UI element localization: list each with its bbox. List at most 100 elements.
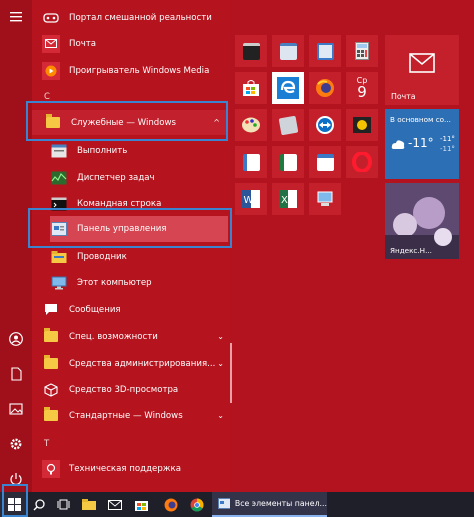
app-mixed-reality-portal[interactable]: Портал смешанной реальности <box>42 5 228 30</box>
app-label: Техническая поддержка <box>69 463 181 474</box>
teamviewer-icon <box>316 116 334 134</box>
tile-firefox[interactable] <box>309 72 341 104</box>
excel-icon: X <box>279 190 297 208</box>
weather-temperature: -11° <box>408 136 434 150</box>
taskbar-mail[interactable] <box>104 492 126 517</box>
highlight-windows-tools <box>26 101 228 141</box>
explorer-icon <box>50 248 68 266</box>
app-windows-media-player[interactable]: Проигрыватель Windows Media <box>42 58 228 83</box>
hamburger-menu-icon[interactable] <box>0 4 32 30</box>
folder-accessibility[interactable]: Спец. возможности ⌄ <box>42 324 228 349</box>
app-messages[interactable]: Сообщения <box>42 297 228 322</box>
app-task-manager[interactable]: Диспетчер задач <box>50 165 228 190</box>
store-bag-icon <box>243 80 259 96</box>
folder-label: Средства администрирования... <box>69 358 216 369</box>
weather-location: В основном со... <box>390 115 451 124</box>
run-tile-icon <box>279 42 297 60</box>
tile-media-player-classic[interactable] <box>346 109 378 141</box>
pictures-icon[interactable] <box>0 396 32 422</box>
task-view-icon <box>57 499 69 510</box>
chevron-down-icon[interactable]: ⌄ <box>217 359 224 368</box>
tile-mail[interactable]: Почта <box>385 35 459 105</box>
settings-gear-icon[interactable] <box>0 431 32 457</box>
search-button[interactable] <box>28 492 50 517</box>
chrome-icon <box>190 498 204 511</box>
folder-standard-windows[interactable]: Стандартные — Windows ⌄ <box>42 403 228 428</box>
folder-icon <box>42 355 60 373</box>
app-label: Сообщения <box>69 304 121 315</box>
task-view-button[interactable] <box>52 492 74 517</box>
tile-document[interactable] <box>309 146 341 178</box>
firefox-icon <box>316 79 334 97</box>
folder-label: Спец. возможности <box>69 331 158 342</box>
cloud-icon <box>391 140 405 149</box>
tile-control-panel[interactable] <box>309 35 341 67</box>
cmd-tile-icon <box>242 42 260 60</box>
tile-network[interactable] <box>309 183 341 215</box>
taskbar: Все элементы панел... <box>0 492 474 517</box>
app-this-pc[interactable]: Этот компьютер <box>50 270 228 295</box>
edge-browser-icon <box>277 77 299 99</box>
weather-low: -11° <box>440 145 455 153</box>
mail-icon <box>108 499 122 510</box>
spreadsheet-tile-icon <box>279 153 297 171</box>
app-label: Выполнить <box>77 145 128 156</box>
app-run[interactable]: Выполнить <box>50 138 228 163</box>
folder-admin-tools[interactable]: Средства администрирования... ⌄ <box>42 351 228 376</box>
firefox-icon <box>164 498 178 511</box>
tile-edge[interactable] <box>272 72 304 104</box>
mixed-reality-icon <box>42 9 60 27</box>
chevron-down-icon[interactable]: ⌄ <box>217 332 224 341</box>
highlight-start-button <box>2 484 28 517</box>
scrollbar-thumb[interactable] <box>230 343 232 403</box>
tile-run[interactable] <box>272 35 304 67</box>
tile-teamviewer[interactable] <box>309 109 341 141</box>
calculator-icon <box>355 42 369 60</box>
tile-wordpad[interactable] <box>235 146 267 178</box>
tile-news[interactable]: Яндекс.Н... <box>385 183 459 259</box>
word-icon: W <box>242 190 260 208</box>
tile-calendar[interactable]: Ср 9 <box>346 72 378 104</box>
tile-command-prompt[interactable] <box>235 35 267 67</box>
folder-icon <box>42 407 60 425</box>
taskbar-explorer[interactable] <box>78 492 100 517</box>
folder-icon <box>82 499 96 510</box>
taskbar-window-title: Все элементы панел... <box>234 499 327 508</box>
user-avatar-icon[interactable] <box>0 326 32 352</box>
app-3d-viewer[interactable]: Средство 3D-просмотра <box>42 377 228 402</box>
app-mail[interactable]: Почта <box>42 31 228 56</box>
wordpad-tile-icon <box>242 153 260 171</box>
app-label: Проигрыватель Windows Media <box>69 65 210 76</box>
tile-calculator[interactable] <box>346 35 378 67</box>
movie-tile-icon <box>353 117 371 133</box>
taskbar-store[interactable] <box>130 492 152 517</box>
app-tech-support[interactable]: Техническая поддержка <box>42 456 228 481</box>
folder-icon <box>42 328 60 346</box>
search-icon <box>33 498 45 510</box>
tile-store[interactable] <box>235 72 267 104</box>
app-label: Почта <box>69 38 97 49</box>
highlight-control-panel <box>28 208 232 248</box>
task-manager-icon <box>50 169 68 187</box>
tile-word[interactable]: W <box>235 183 267 215</box>
taskbar-control-panel-window[interactable]: Все элементы панел... <box>212 492 327 517</box>
tile-opera[interactable] <box>346 146 378 178</box>
mail-tile-label: Почта <box>391 92 416 101</box>
media-player-icon <box>42 61 60 80</box>
control-panel-tile-icon <box>316 42 334 60</box>
document-icon[interactable] <box>0 361 32 387</box>
tile-weather[interactable]: В основном со... -11° -11° -11° <box>385 109 459 179</box>
chevron-down-icon[interactable]: ⌄ <box>217 411 224 420</box>
document-tile-icon <box>316 153 334 171</box>
tile-excel[interactable]: X <box>272 183 304 215</box>
tile-notes[interactable] <box>272 109 304 141</box>
app-label: Средство 3D-просмотра <box>69 384 179 395</box>
control-panel-icon <box>218 498 230 509</box>
section-letter-t[interactable]: Т <box>44 439 49 449</box>
app-label: Диспетчер задач <box>77 172 155 183</box>
cube-3d-icon <box>42 381 60 399</box>
taskbar-chrome[interactable] <box>186 492 208 517</box>
tile-paint[interactable] <box>235 109 267 141</box>
taskbar-firefox[interactable] <box>160 492 182 517</box>
tile-excel-doc[interactable] <box>272 146 304 178</box>
